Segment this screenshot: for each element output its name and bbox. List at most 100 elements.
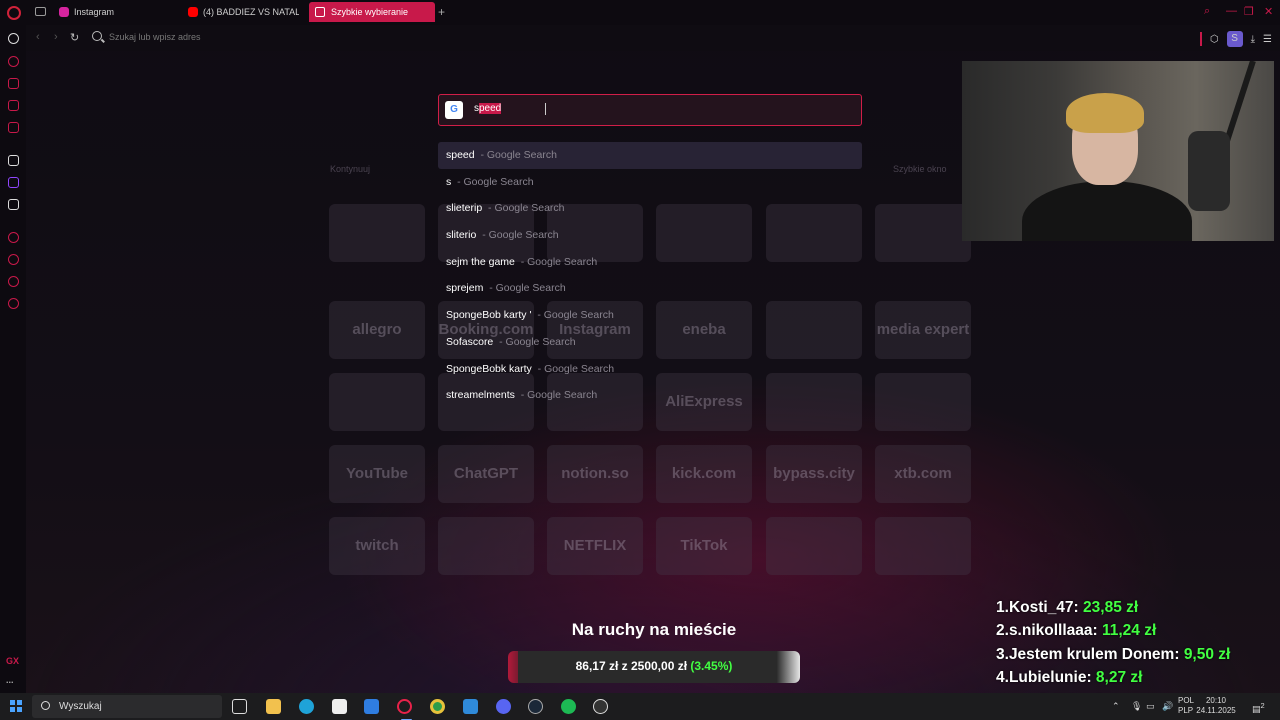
discord-icon[interactable] bbox=[496, 699, 511, 714]
speed-dial-tile[interactable]: NETFLIX bbox=[547, 517, 643, 575]
chat-icon[interactable] bbox=[8, 276, 19, 287]
suggestion-item[interactable]: sejm the game - Google Search bbox=[438, 249, 862, 276]
aria-icon[interactable] bbox=[8, 56, 19, 67]
speed-dial-tile[interactable]: allegro bbox=[329, 301, 425, 359]
speed-dial-tile[interactable]: notion.so bbox=[547, 445, 643, 503]
opera-gx-logo-icon[interactable] bbox=[7, 6, 21, 20]
opera-gx-icon[interactable] bbox=[397, 699, 412, 720]
microphone-icon[interactable]: 🎙 bbox=[1131, 701, 1142, 712]
address-bar: ‹ › ↻ Szukaj lub wpisz adres bbox=[26, 25, 1280, 51]
leaderboard-name: Lubielunie: bbox=[1008, 669, 1092, 687]
lang-bottom: PLP bbox=[1178, 706, 1194, 715]
workspaces-icon[interactable] bbox=[35, 7, 46, 16]
file-explorer-icon[interactable] bbox=[266, 699, 281, 714]
obs-icon[interactable] bbox=[593, 699, 608, 714]
speed-dial-tile[interactable] bbox=[875, 373, 971, 431]
more-icon[interactable]: ... bbox=[6, 675, 14, 685]
speed-dial-tile[interactable]: ChatGPT bbox=[438, 445, 534, 503]
settings-icon[interactable] bbox=[8, 298, 19, 309]
news-icon[interactable] bbox=[8, 122, 19, 133]
speed-dial-tile[interactable] bbox=[875, 204, 971, 262]
suggestion-item[interactable]: speed - Google Search bbox=[438, 142, 862, 169]
volume-icon[interactable]: 🔊 bbox=[1162, 701, 1173, 712]
mail-icon[interactable] bbox=[364, 699, 379, 714]
sidebar: GX ... bbox=[0, 25, 26, 693]
refresh-icon[interactable] bbox=[8, 33, 19, 44]
chrome-icon[interactable] bbox=[430, 699, 445, 714]
minimize-icon[interactable]: — bbox=[1226, 5, 1237, 17]
taskbar: Wyszukaj ⌃ 🎙 ▭ 🔊 POL PLP 20:10 24.11.202… bbox=[0, 693, 1280, 720]
tray-expand-icon[interactable]: ⌃ bbox=[1112, 701, 1120, 712]
suggestion-item[interactable]: s - Google Search bbox=[438, 169, 862, 196]
play-icon[interactable] bbox=[8, 232, 19, 243]
tab-youtube[interactable]: (4) BADDIEZ VS NATALIE bbox=[187, 2, 299, 22]
gx-icon[interactable]: GX bbox=[6, 656, 19, 666]
speed-dial-search-input[interactable]: G speed bbox=[438, 94, 862, 126]
profile-avatar[interactable]: S bbox=[1226, 31, 1243, 47]
extensions-icon[interactable]: ⬡ bbox=[1210, 34, 1219, 45]
taskbar-search[interactable]: Wyszukaj bbox=[32, 695, 222, 718]
speed-dial-tile[interactable] bbox=[438, 517, 534, 575]
search-tabs-icon[interactable]: ⌕ bbox=[1204, 5, 1210, 18]
speed-dial-tile[interactable] bbox=[329, 373, 425, 431]
speed-dial-tile[interactable] bbox=[875, 517, 971, 575]
steam-icon[interactable] bbox=[528, 699, 543, 714]
leaderboard-rank: 2. bbox=[996, 622, 1009, 640]
suggestion-item[interactable]: streamelments - Google Search bbox=[438, 382, 862, 409]
language-indicator[interactable]: POL PLP bbox=[1178, 696, 1194, 716]
speed-dial-tile[interactable]: xtb.com bbox=[875, 445, 971, 503]
twitch-icon[interactable] bbox=[8, 177, 19, 188]
forward-icon[interactable]: › bbox=[54, 31, 58, 43]
speed-dial-tile[interactable]: kick.com bbox=[656, 445, 752, 503]
speed-dial-tile[interactable]: twitch bbox=[329, 517, 425, 575]
speed-dial-tile[interactable]: bypass.city bbox=[766, 445, 862, 503]
search-icon bbox=[92, 31, 102, 41]
suggestion-query: speed bbox=[446, 149, 475, 161]
speed-dial-tile[interactable]: YouTube bbox=[329, 445, 425, 503]
leaderboard-name: s.nikolllaaa: bbox=[1008, 622, 1098, 640]
arrow-icon[interactable] bbox=[8, 155, 19, 166]
suggestion-item[interactable]: sliterio - Google Search bbox=[438, 222, 862, 249]
speed-dial-tile[interactable]: media expert bbox=[875, 301, 971, 359]
back-icon[interactable]: ‹ bbox=[36, 31, 40, 43]
notification-icon[interactable]: ▤2 bbox=[1252, 701, 1265, 715]
shop-icon[interactable] bbox=[8, 78, 19, 89]
tab-label: (4) BADDIEZ VS NATALIE bbox=[203, 7, 299, 17]
clock[interactable]: 20:10 24.11.2025 bbox=[1194, 696, 1238, 716]
close-icon[interactable]: ✕ bbox=[1264, 5, 1273, 18]
leaderboard-amount: 11,24 zł bbox=[1101, 622, 1157, 640]
task-view-icon[interactable] bbox=[232, 699, 247, 714]
suggestion-item[interactable]: SpongeBobk karty - Google Search bbox=[438, 356, 862, 383]
x-icon[interactable] bbox=[8, 199, 19, 210]
menu-icon[interactable]: ☰ bbox=[1263, 34, 1272, 45]
tab-speed-dial[interactable]: Szybkie wybieranie bbox=[309, 2, 435, 22]
suggestion-list: speed - Google Search s - Google Search sl… bbox=[438, 142, 862, 409]
leaderboard-amount: 23,85 zł bbox=[1083, 599, 1139, 616]
maximize-icon[interactable]: ❐ bbox=[1244, 5, 1254, 18]
spotify-icon[interactable] bbox=[561, 699, 576, 714]
google-icon: G bbox=[445, 101, 463, 119]
speed-dial-tile[interactable]: TikTok bbox=[656, 517, 752, 575]
history-icon[interactable] bbox=[8, 254, 19, 265]
suggestion-item[interactable]: sprejem - Google Search bbox=[438, 275, 862, 302]
download-icon[interactable]: ⤓ bbox=[1251, 34, 1255, 45]
speed-dial-tile[interactable] bbox=[766, 517, 862, 575]
goal-target: 2500,00 zł bbox=[630, 659, 688, 673]
vscode-icon[interactable] bbox=[463, 699, 478, 714]
suggestion-item[interactable]: Sofascore - Google Search bbox=[438, 329, 862, 356]
leaderboard-rank: 1. bbox=[996, 599, 1009, 616]
suggestion-item[interactable]: slieterip - Google Search bbox=[438, 195, 862, 222]
reload-icon[interactable]: ↻ bbox=[70, 31, 79, 44]
store-icon[interactable] bbox=[332, 699, 347, 714]
suggestion-engine: - Google Search bbox=[489, 282, 566, 295]
tab-instagram[interactable]: Instagram bbox=[58, 2, 178, 22]
network-icon[interactable]: ▭ bbox=[1146, 701, 1155, 712]
suggestion-item[interactable]: SpongeBob karty ' - Google Search bbox=[438, 302, 862, 329]
clock-date: 24.11.2025 bbox=[1196, 706, 1236, 715]
new-tab-button[interactable]: + bbox=[438, 5, 445, 19]
windows-start-icon[interactable] bbox=[10, 700, 22, 712]
edge-icon[interactable] bbox=[299, 699, 314, 714]
speed-dial-tile[interactable] bbox=[329, 204, 425, 262]
deals-icon[interactable] bbox=[8, 100, 19, 111]
address-input[interactable]: Szukaj lub wpisz adres bbox=[109, 32, 201, 42]
